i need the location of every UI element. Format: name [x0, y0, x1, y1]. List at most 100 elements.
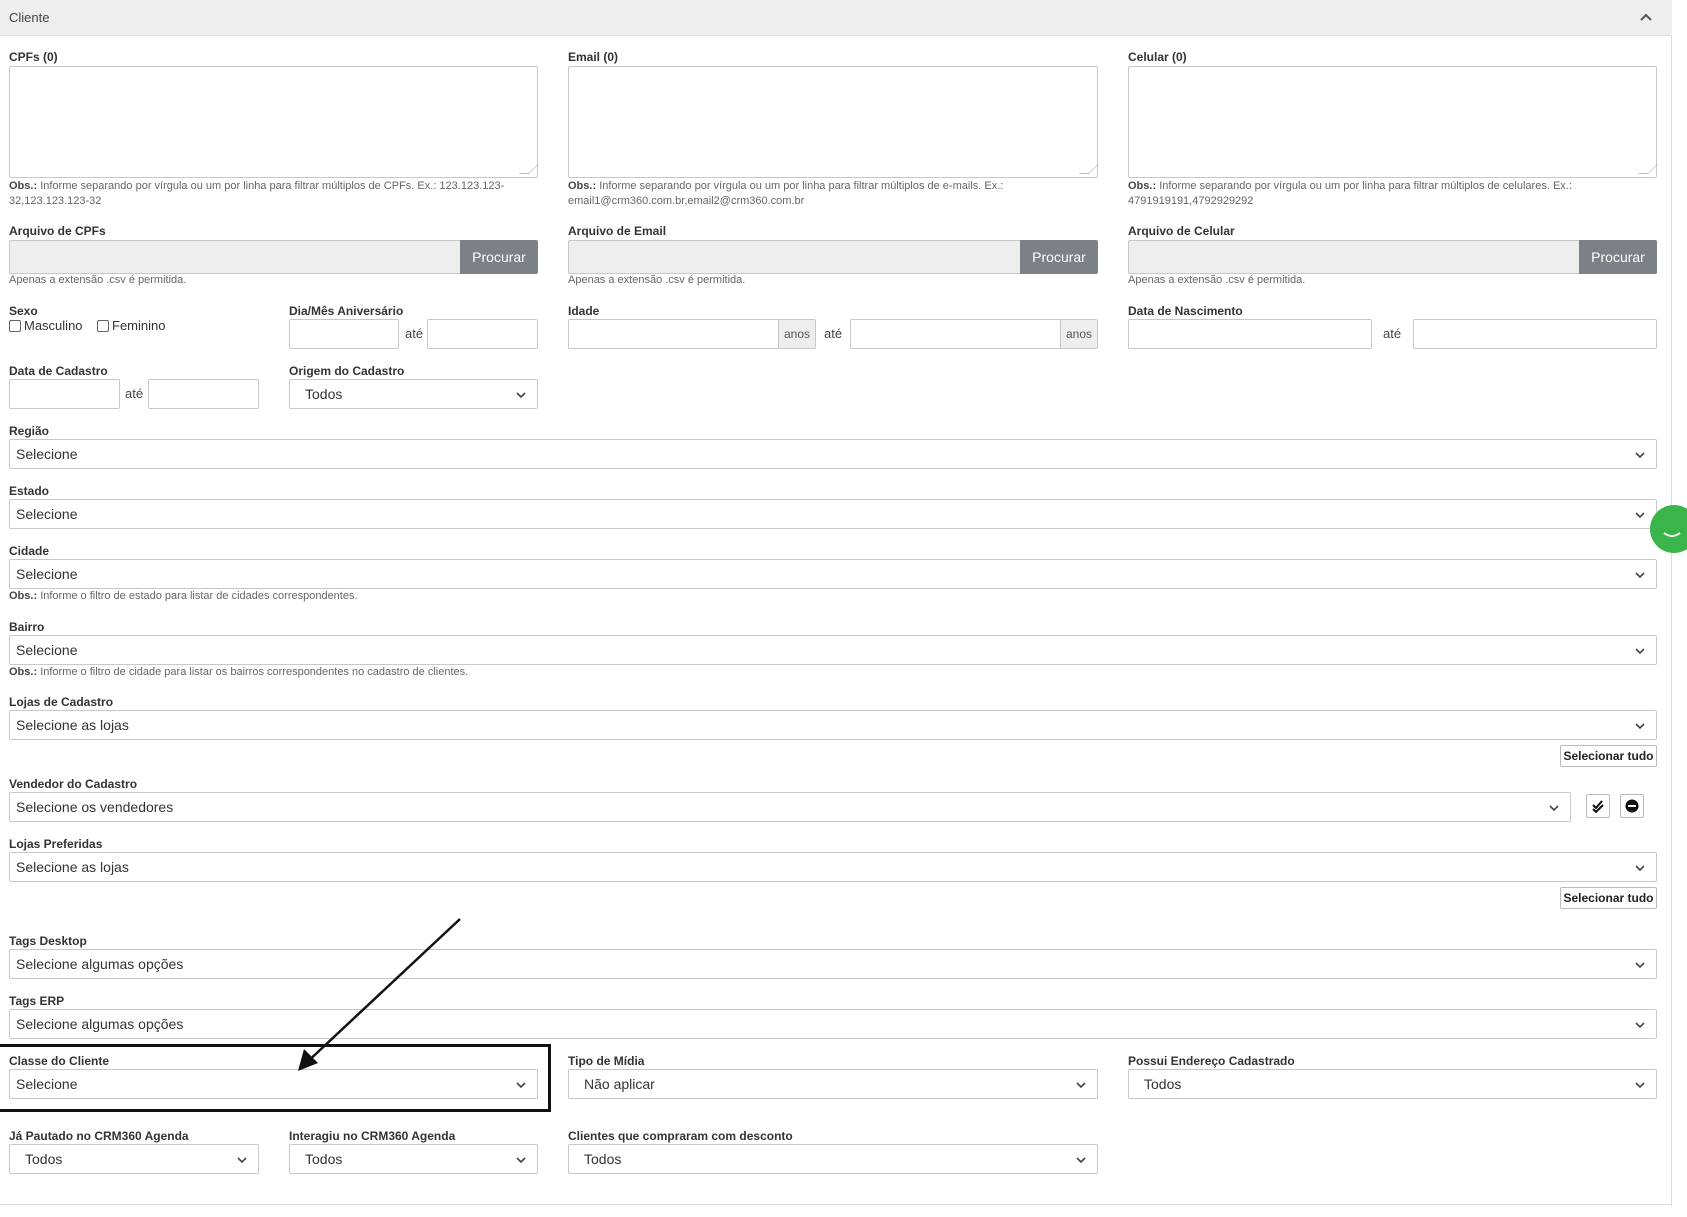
- nascimento-to-input[interactable]: [1413, 319, 1657, 349]
- chevron-down-icon: [1635, 865, 1645, 872]
- chevron-down-icon: [1635, 572, 1645, 579]
- pautado-select[interactable]: Todos: [9, 1144, 259, 1174]
- chevron-down-icon: [1635, 648, 1645, 655]
- panel-border: [0, 1204, 1672, 1205]
- panel-border: [1671, 36, 1672, 1206]
- bairro-label: Bairro: [9, 620, 45, 634]
- chat-bubble-icon[interactable]: [1650, 505, 1687, 553]
- lojas-cadastro-label: Lojas de Cadastro: [9, 695, 114, 709]
- feminino-label: Feminino: [112, 318, 166, 333]
- resize-handle[interactable]: [1638, 164, 1658, 174]
- desconto-select[interactable]: Todos: [568, 1144, 1098, 1174]
- cidade-label: Cidade: [9, 544, 50, 558]
- clear-vendedores-button[interactable]: [1620, 794, 1644, 818]
- cpfs-obs: Obs.: Informe separando por vírgula ou u…: [9, 180, 505, 207]
- celular-file-input[interactable]: [1128, 240, 1580, 274]
- chevron-down-icon: [516, 392, 526, 399]
- cpf-file-label: Arquivo de CPFs: [9, 224, 106, 238]
- cpfs-textarea[interactable]: [9, 66, 539, 178]
- chevron-up-icon[interactable]: [1638, 10, 1654, 26]
- celular-file-label: Arquivo de Celular: [1128, 224, 1235, 238]
- chevron-down-icon: [1635, 1082, 1645, 1089]
- lojas-preferidas-select-all-button[interactable]: Selecionar tudo: [1560, 887, 1657, 909]
- sexo-label: Sexo: [9, 304, 38, 318]
- masculino-checkbox[interactable]: [9, 320, 21, 332]
- email-browse-button[interactable]: Procurar: [1020, 240, 1098, 274]
- resize-handle[interactable]: [519, 164, 539, 174]
- chevron-down-icon: [1635, 1022, 1645, 1029]
- lojas-cadastro-select-all-button[interactable]: Selecionar tudo: [1560, 745, 1657, 767]
- cidade-select[interactable]: Selecione: [9, 559, 1657, 589]
- celular-obs: Obs.: Informe separando por vírgula ou u…: [1128, 180, 1572, 207]
- nascimento-from-input[interactable]: [1128, 319, 1372, 349]
- vendedor-select[interactable]: Selecione os vendedores: [9, 792, 1571, 822]
- email-file-input[interactable]: [568, 240, 1021, 274]
- estado-select[interactable]: Selecione: [9, 499, 1657, 529]
- interagiu-select[interactable]: Todos: [289, 1144, 538, 1174]
- aniversario-label: Dia/Mês Aniversário: [289, 304, 404, 318]
- midia-label: Tipo de Mídia: [568, 1054, 645, 1068]
- cpf-file-input[interactable]: [9, 240, 461, 274]
- estado-label: Estado: [9, 484, 50, 498]
- cadastro-from-input[interactable]: [9, 379, 120, 409]
- cpf-file-hint: Apenas a extensão .csv é permitida.: [9, 274, 187, 286]
- aniversario-to-input[interactable]: [427, 319, 538, 349]
- resize-handle[interactable]: [1079, 164, 1099, 174]
- feminino-checkbox[interactable]: [97, 320, 109, 332]
- idade-ate: até: [824, 326, 843, 341]
- celular-textarea[interactable]: [1128, 66, 1658, 178]
- email-obs: Obs.: Informe separando por vírgula ou u…: [568, 180, 1004, 207]
- check-all-icon: [1592, 800, 1604, 813]
- chevron-down-icon: [1635, 512, 1645, 519]
- celular-label: Celular (0): [1128, 50, 1187, 64]
- idade-from-input[interactable]: [568, 319, 779, 349]
- email-file-label: Arquivo de Email: [568, 224, 667, 238]
- chevron-down-icon: [1635, 962, 1645, 969]
- panel-header[interactable]: [0, 0, 1672, 36]
- vendedor-label: Vendedor do Cadastro: [9, 777, 138, 791]
- lojas-preferidas-label: Lojas Preferidas: [9, 837, 103, 851]
- arrow-annotation: [298, 918, 461, 1071]
- midia-select[interactable]: Não aplicar: [568, 1069, 1098, 1099]
- origem-select[interactable]: Todos: [289, 379, 538, 409]
- cpf-browse-button[interactable]: Procurar: [460, 240, 538, 274]
- nascimento-ate: até: [1383, 326, 1402, 341]
- chevron-down-icon: [237, 1157, 247, 1164]
- cpfs-label: CPFs (0): [9, 50, 58, 64]
- chevron-down-icon: [1076, 1157, 1086, 1164]
- pautado-label: Já Pautado no CRM360 Agenda: [9, 1129, 189, 1143]
- bairro-obs: Obs.: Informe o filtro de cidade para li…: [9, 666, 469, 678]
- chevron-down-icon: [1549, 805, 1559, 812]
- panel-title: Cliente: [9, 10, 50, 25]
- select-all-vendedores-button[interactable]: [1586, 794, 1610, 818]
- cadastro-to-input[interactable]: [148, 379, 259, 409]
- endereco-select[interactable]: Todos: [1128, 1069, 1657, 1099]
- regiao-select[interactable]: Selecione: [9, 439, 1657, 469]
- origem-label: Origem do Cadastro: [289, 364, 405, 378]
- masculino-label: Masculino: [24, 318, 83, 333]
- nascimento-label: Data de Nascimento: [1128, 304, 1243, 318]
- lojas-cadastro-select[interactable]: Selecione as lojas: [9, 710, 1657, 740]
- bairro-select[interactable]: Selecione: [9, 635, 1657, 665]
- tags-desktop-label: Tags Desktop: [9, 934, 87, 948]
- desconto-label: Clientes que compraram com desconto: [568, 1129, 793, 1143]
- email-label: Email (0): [568, 50, 619, 64]
- cadastro-label: Data de Cadastro: [9, 364, 108, 378]
- chevron-down-icon: [1076, 1082, 1086, 1089]
- tags-desktop-select[interactable]: Selecione algumas opções: [9, 949, 1657, 979]
- lojas-preferidas-select[interactable]: Selecione as lojas: [9, 852, 1657, 882]
- idade-from-unit: anos: [778, 319, 816, 349]
- tags-erp-select[interactable]: Selecione algumas opções: [9, 1009, 1657, 1039]
- celular-browse-button[interactable]: Procurar: [1579, 240, 1657, 274]
- tags-erp-label: Tags ERP: [9, 994, 65, 1008]
- chevron-down-icon: [1635, 452, 1645, 459]
- email-file-hint: Apenas a extensão .csv é permitida.: [568, 274, 746, 286]
- interagiu-label: Interagiu no CRM360 Agenda: [289, 1129, 456, 1143]
- aniversario-from-input[interactable]: [289, 319, 399, 349]
- idade-to-input[interactable]: [850, 319, 1061, 349]
- celular-file-hint: Apenas a extensão .csv é permitida.: [1128, 274, 1306, 286]
- idade-to-unit: anos: [1060, 319, 1098, 349]
- idade-label: Idade: [568, 304, 600, 318]
- email-textarea[interactable]: [568, 66, 1099, 178]
- cidade-obs: Obs.: Informe o filtro de estado para li…: [9, 590, 358, 602]
